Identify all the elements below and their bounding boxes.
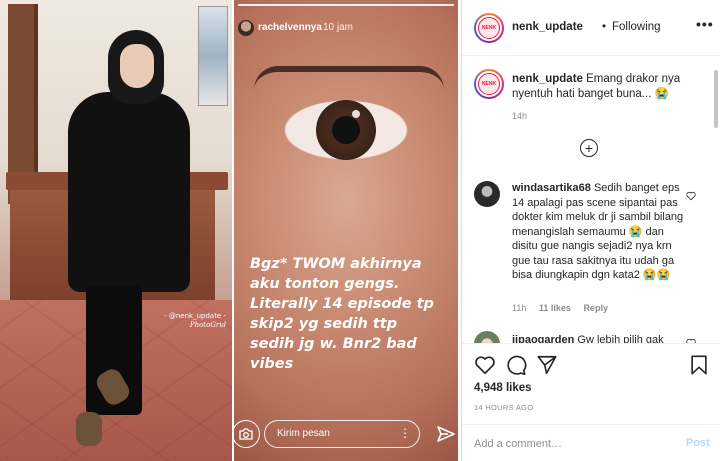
post-photo-left: - @nenk_update - PhotoGrid xyxy=(0,0,232,461)
camera-button[interactable] xyxy=(234,420,260,448)
watermark-app: PhotoGrid xyxy=(189,321,226,329)
load-more-comments-button[interactable]: + xyxy=(580,139,598,157)
header-separator: • xyxy=(602,21,607,33)
photo-watermark: - @nenk_update - PhotoGrid xyxy=(160,312,226,330)
reply-button[interactable]: Reply xyxy=(583,303,608,313)
author-avatar[interactable]: NENK xyxy=(474,13,504,43)
comment-input[interactable] xyxy=(474,434,664,454)
person-face xyxy=(120,44,154,88)
comments-list[interactable]: NENK nenk_update Emang drakor nya nyentu… xyxy=(462,57,720,343)
post-actions: 4,948 likes 14 HOURS AGO Post xyxy=(462,343,720,461)
comment-body: windasartika68 Sedih banget eps 14 apala… xyxy=(512,181,686,283)
post-header: NENK nenk_update • Following ••• xyxy=(462,0,720,56)
comments-scrollbar[interactable] xyxy=(714,70,718,128)
comment-text: Sedih banget eps 14 apalagi pas scene si… xyxy=(512,182,684,281)
comment-time: 11h xyxy=(512,303,527,313)
comment-icon[interactable] xyxy=(505,354,527,376)
more-vertical-icon[interactable]: ⋮ xyxy=(399,421,411,446)
like-count[interactable]: 4,948 likes xyxy=(474,382,532,394)
share-icon[interactable] xyxy=(536,354,558,376)
commenter-avatar[interactable] xyxy=(474,181,500,207)
comment-text: Gw lebih pilih gak xyxy=(577,334,664,343)
story-avatar[interactable] xyxy=(238,20,254,36)
eye-glint xyxy=(352,110,360,118)
more-options-icon[interactable]: ••• xyxy=(696,16,714,32)
caption-time: 14h xyxy=(512,111,528,121)
person-body xyxy=(68,92,190,292)
story-username[interactable]: rachelvennya xyxy=(258,22,322,33)
story-message-input[interactable]: Kirim pesan ⋮ xyxy=(264,420,420,448)
story-caption: Bgz* TWOM akhirnya aku tonton gengs. Lit… xyxy=(250,256,434,372)
eye-iris xyxy=(316,100,376,160)
heart-icon[interactable] xyxy=(474,354,496,376)
post-caption: nenk_update Emang drakor nya nyentuh hat… xyxy=(512,72,708,102)
comment-meta: 11h 11 likes Reply xyxy=(512,303,618,313)
avatar-logo-text: NENK xyxy=(481,81,497,87)
story-progress-bar xyxy=(238,4,454,6)
person-shoe xyxy=(76,412,102,446)
following-button[interactable]: Following xyxy=(612,21,661,33)
caption-avatar[interactable]: NENK xyxy=(474,69,504,99)
caption-username[interactable]: nenk_update xyxy=(512,73,583,85)
commenter-username[interactable]: jipaogarden xyxy=(512,334,574,343)
post-timestamp: 14 HOURS AGO xyxy=(474,403,534,412)
watermark-handle: - @nenk_update - xyxy=(164,312,226,320)
commenter-avatar[interactable] xyxy=(474,331,500,343)
story-screenshot: rachelvennya 10 jam Bgz* TWOM akhirnya a… xyxy=(234,0,458,461)
send-icon[interactable] xyxy=(436,424,456,444)
camera-icon xyxy=(239,428,253,440)
avatar-logo-text: NENK xyxy=(481,25,497,31)
post-panel: NENK nenk_update • Following ••• NENK ne… xyxy=(461,0,720,461)
post-comment-button[interactable]: Post xyxy=(686,437,710,449)
story-time: 10 jam xyxy=(323,22,354,33)
comment-body: jipaogarden Gw lebih pilih gak xyxy=(512,333,688,343)
comment-likes[interactable]: 11 likes xyxy=(539,303,571,313)
message-placeholder: Kirim pesan xyxy=(277,428,330,439)
author-username[interactable]: nenk_update xyxy=(512,21,583,33)
commenter-username[interactable]: windasartika68 xyxy=(512,182,591,194)
comment-like-icon[interactable] xyxy=(686,191,696,201)
bookmark-icon[interactable] xyxy=(688,354,710,376)
eyebrow xyxy=(254,66,444,90)
add-comment-bar: Post xyxy=(462,424,720,461)
wall-poster xyxy=(198,6,228,106)
